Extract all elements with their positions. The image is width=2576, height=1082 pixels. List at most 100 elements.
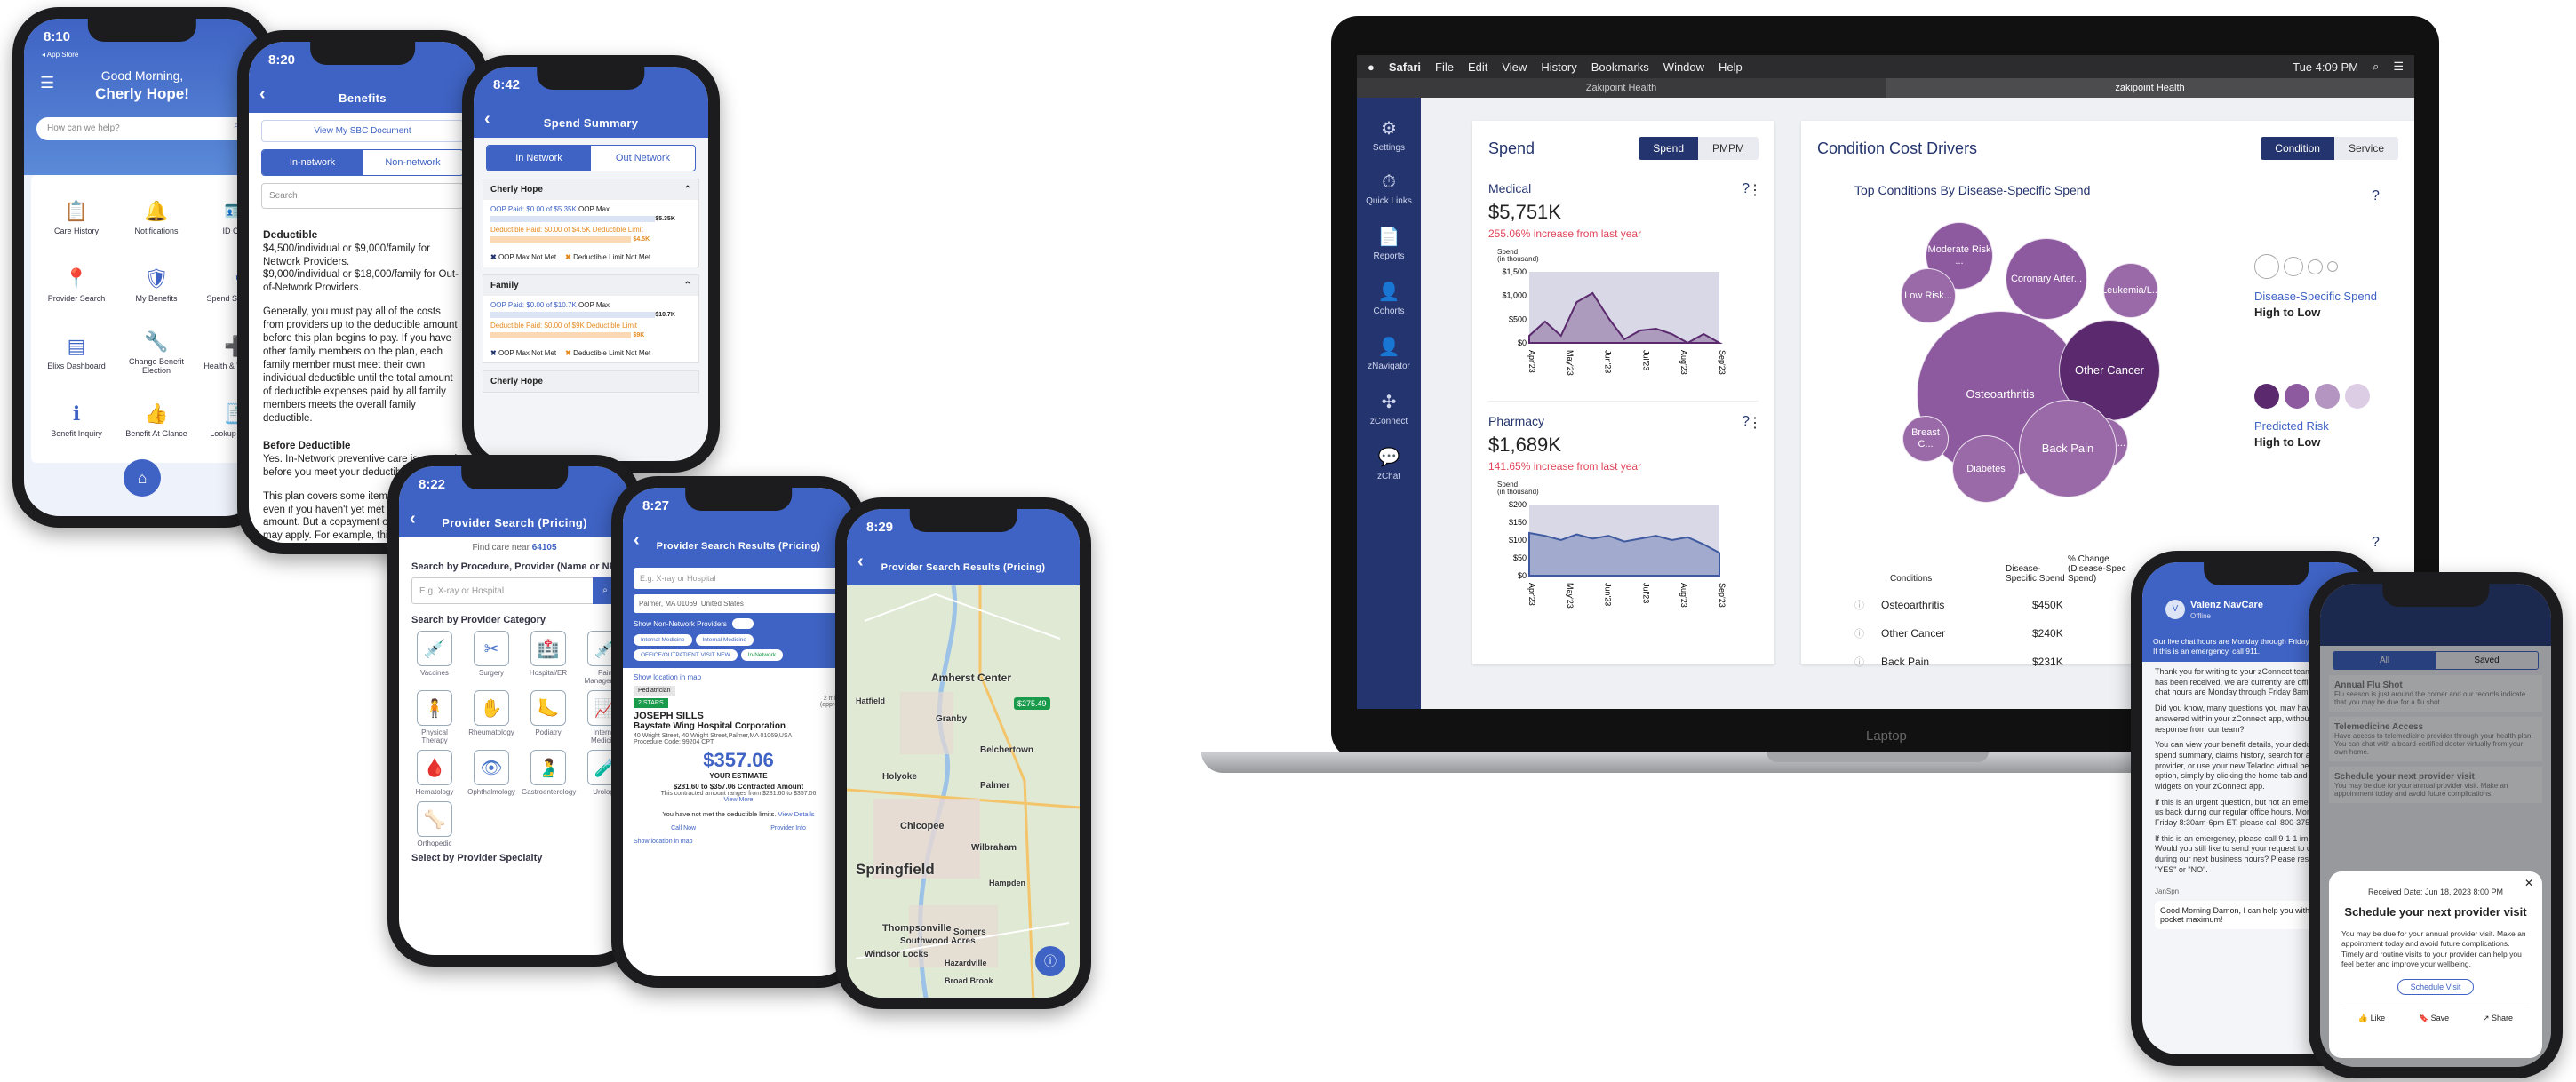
nav-reports[interactable]: 📄 Reports bbox=[1357, 226, 1421, 261]
back-icon[interactable]: ‹ bbox=[634, 530, 640, 551]
browser-tab[interactable]: Zakipoint Health bbox=[1357, 78, 1886, 98]
search-icon[interactable]: ⌕ bbox=[2373, 60, 2379, 74]
category-podiatry[interactable]: 🦶 Podiatry bbox=[522, 690, 575, 744]
tile-elixs-dashboard[interactable]: ▤ Elixs Dashboard bbox=[38, 321, 115, 385]
filter-chip[interactable]: Internal Medicine bbox=[634, 634, 692, 646]
condition-bubble[interactable]: Diabetes bbox=[1952, 435, 2020, 503]
menu-help[interactable]: Help bbox=[1719, 60, 1743, 74]
nav-settings[interactable]: ⚙ Settings bbox=[1357, 117, 1421, 153]
back-icon[interactable]: ‹ bbox=[410, 509, 416, 529]
tab-in-network[interactable]: In Network bbox=[487, 146, 591, 171]
filter-chip[interactable]: OFFICE/OUTPATIENT VISIT NEW bbox=[634, 649, 738, 661]
info-button[interactable]: ⓘ bbox=[1035, 946, 1065, 976]
menu-edit[interactable]: Edit bbox=[1468, 60, 1487, 74]
menu-window[interactable]: Window bbox=[1663, 60, 1704, 74]
menu-file[interactable]: File bbox=[1435, 60, 1454, 74]
provider-info-button[interactable]: Provider Info bbox=[770, 825, 806, 831]
category-orthopedic[interactable]: 🦴 Orthopedic bbox=[408, 801, 461, 847]
help-icon[interactable]: ? bbox=[2372, 535, 2380, 551]
tile-provider-search[interactable]: 📍 Provider Search bbox=[38, 253, 115, 317]
category-physical-therapy[interactable]: 🧍 Physical Therapy bbox=[408, 690, 461, 744]
back-icon[interactable]: ‹ bbox=[259, 84, 266, 105]
info-icon[interactable]: ⓘ bbox=[1854, 598, 1881, 612]
tile-notifications[interactable]: 🔔 Notifications bbox=[118, 186, 195, 250]
condition-bubble[interactable]: Low Risk... bbox=[1901, 268, 1956, 323]
map-place-label: Hampden bbox=[989, 879, 1026, 887]
tab-in-network[interactable]: In-network bbox=[262, 150, 363, 175]
menu-history[interactable]: History bbox=[1541, 60, 1576, 74]
tab-out-network[interactable]: Out Network bbox=[591, 146, 695, 171]
share-button[interactable]: ↗ Share bbox=[2483, 1014, 2513, 1023]
browser-tab-active[interactable]: zakipoint Health bbox=[1886, 78, 2414, 98]
location-input[interactable]: Palmer, MA 01069, United States bbox=[634, 594, 843, 613]
group-header[interactable]: Family ⌃ bbox=[483, 275, 698, 296]
tile-care-history[interactable]: 📋 Care History bbox=[38, 186, 115, 250]
tile-my-benefits[interactable]: 🛡 My Benefits bbox=[118, 253, 195, 317]
benefit-search[interactable]: Search bbox=[261, 183, 464, 209]
non-network-toggle[interactable] bbox=[731, 618, 754, 629]
more-icon[interactable]: ⋮ bbox=[1748, 414, 1762, 432]
category-hospital-er[interactable]: 🏥 Hospital/ER bbox=[522, 631, 575, 685]
show-map-link[interactable]: Show location in map bbox=[634, 673, 843, 681]
sbc-link[interactable]: View My SBC Document bbox=[261, 120, 464, 142]
back-icon[interactable]: ‹ bbox=[857, 552, 864, 572]
list-icon[interactable]: ☰ bbox=[2393, 60, 2404, 74]
call-now-button[interactable]: Call Now bbox=[671, 825, 696, 831]
price-pin[interactable]: $275.49 bbox=[1014, 697, 1050, 710]
menu-safari[interactable]: Safari bbox=[1389, 60, 1421, 74]
close-icon[interactable]: ✕ bbox=[2524, 877, 2533, 889]
tile-benefit-inquiry[interactable]: ℹ Benefit Inquiry bbox=[38, 388, 115, 452]
nav-icon: 💬 bbox=[1377, 448, 1400, 467]
nav-zchat[interactable]: 💬 zChat bbox=[1357, 446, 1421, 481]
procedure-search-input[interactable]: E.g. X-ray or Hospital bbox=[634, 568, 843, 589]
toggle-pmpm[interactable]: PMPM bbox=[1698, 137, 1759, 160]
condition-bubble[interactable]: Back Pain bbox=[2019, 400, 2117, 497]
tile-change-benefit-election[interactable]: 🔧 Change Benefit Election bbox=[118, 321, 195, 385]
category-hematology[interactable]: 🩸 Hematology bbox=[408, 750, 461, 796]
category-ophthalmology[interactable]: 👁 Ophthalmology bbox=[465, 750, 518, 796]
help-search-input[interactable]: How can we help?⌕ bbox=[36, 117, 248, 140]
view-more-link[interactable]: View More bbox=[634, 797, 843, 803]
help-icon[interactable]: ? bbox=[2372, 188, 2380, 204]
info-icon[interactable]: ⓘ bbox=[1854, 655, 1881, 669]
in-network-chip[interactable]: In-Network bbox=[740, 649, 784, 661]
zip-code[interactable]: 64105 bbox=[532, 543, 557, 553]
procedure-search-input[interactable]: E.g. X-ray or Hospital ⌕ bbox=[411, 577, 618, 604]
apple-icon[interactable]: ● bbox=[1368, 60, 1375, 74]
condition-bubble[interactable]: Leukemia/L... bbox=[2101, 263, 2160, 318]
more-icon[interactable]: ⋮ bbox=[1748, 181, 1762, 199]
oop-bar bbox=[490, 312, 656, 318]
toggle-spend[interactable]: Spend bbox=[1639, 137, 1698, 160]
condition-bubble[interactable]: Breast C... bbox=[1902, 416, 1949, 462]
save-button[interactable]: 🔖 Save bbox=[2419, 1014, 2449, 1023]
nav-znavigator[interactable]: 👤 zNavigator bbox=[1357, 336, 1421, 371]
nav-quick-links[interactable]: ⏱ Quick Links bbox=[1357, 172, 1421, 206]
condition-bubble[interactable]: Coronary Arter... bbox=[2006, 238, 2087, 320]
category-gastroenterology[interactable]: 🫃 Gastroenterology bbox=[522, 750, 576, 796]
app-store-back[interactable]: ◂ App Store bbox=[42, 51, 78, 59]
nav-cohorts[interactable]: 👤 Cohorts bbox=[1357, 281, 1421, 316]
group-header[interactable]: Cherly Hope ⌃ bbox=[483, 179, 698, 200]
tab-non-network[interactable]: Non-network bbox=[363, 150, 463, 175]
nav-zconnect[interactable]: ✣ zConnect bbox=[1357, 391, 1421, 426]
menu-bookmarks[interactable]: Bookmarks bbox=[1591, 60, 1649, 74]
provider-name[interactable]: JOSEPH SILLS bbox=[634, 711, 843, 721]
home-button[interactable]: ⌂ bbox=[124, 459, 161, 497]
toggle-condition[interactable]: Condition bbox=[2261, 137, 2334, 160]
info-icon[interactable]: ⓘ bbox=[1854, 626, 1881, 640]
view-details-link[interactable]: View Details bbox=[778, 810, 815, 818]
tile-benefit-at-glance[interactable]: 👍 Benefit At Glance bbox=[118, 388, 195, 452]
nav-icon: ✣ bbox=[1381, 393, 1397, 412]
toggle-service[interactable]: Service bbox=[2333, 137, 2398, 160]
group-header[interactable]: Cherly Hope bbox=[483, 370, 699, 393]
like-button[interactable]: 👍 Like bbox=[2358, 1014, 2385, 1023]
category-vaccines[interactable]: 💉 Vaccines bbox=[408, 631, 461, 685]
schedule-visit-button[interactable]: Schedule Visit bbox=[2397, 978, 2475, 995]
show-map-link[interactable]: Show location in map bbox=[634, 839, 843, 845]
back-icon[interactable]: ‹ bbox=[484, 109, 490, 130]
menu-view[interactable]: View bbox=[1502, 60, 1527, 74]
category-surgery[interactable]: ✂ Surgery bbox=[465, 631, 518, 685]
category-rheumatology[interactable]: ✋ Rheumatology bbox=[465, 690, 518, 744]
menu-icon[interactable]: ☰ bbox=[40, 74, 54, 92]
filter-chip[interactable]: Internal Medicine bbox=[695, 634, 754, 646]
